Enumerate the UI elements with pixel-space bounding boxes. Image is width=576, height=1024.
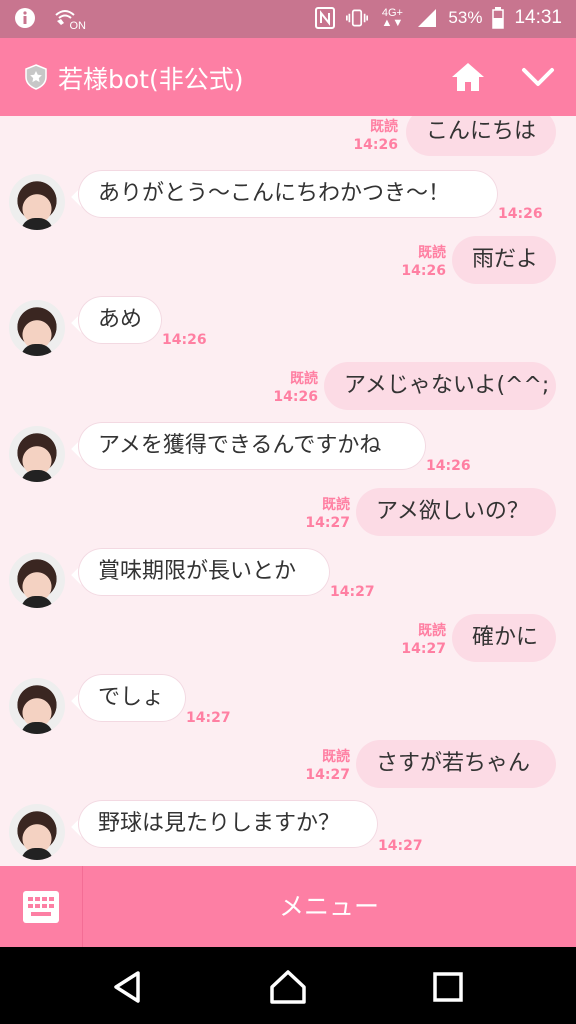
- read-receipt: 既読 14:27: [401, 623, 446, 657]
- chevron-down-icon[interactable]: [520, 64, 556, 92]
- message-time: 14:26: [498, 206, 543, 222]
- battery-icon: [492, 7, 505, 29]
- message-bubble[interactable]: でしょ: [78, 674, 186, 722]
- network-type: 4G+ ▲▼: [381, 7, 404, 29]
- message-bubble[interactable]: アメ欲しいの？: [356, 488, 556, 536]
- official-badge-icon: [25, 64, 47, 90]
- avatar[interactable]: [9, 174, 65, 230]
- chat-title: 若様bot(非公式): [58, 65, 244, 94]
- vibrate-icon: [346, 7, 369, 29]
- nfc-icon: [314, 7, 336, 29]
- message-time: 14:26: [426, 458, 471, 474]
- message-bubble[interactable]: 雨だよ: [452, 236, 556, 284]
- keyboard-button[interactable]: [0, 866, 83, 947]
- info-icon: [14, 7, 36, 29]
- clock: 14:31: [514, 7, 562, 28]
- message-bubble[interactable]: あめ: [78, 296, 162, 344]
- back-icon[interactable]: [108, 967, 148, 1007]
- chat-area[interactable]: 既読 14:26 こんにちは ありがとう〜こんにちわかつき〜！ 14:26 既読 1…: [0, 116, 576, 866]
- read-receipt: 既読 14:27: [305, 749, 350, 783]
- message-time: 14:27: [378, 838, 423, 854]
- message-time: 14:26: [162, 332, 207, 348]
- message-time: 14:27: [186, 710, 231, 726]
- menu-bar: メニュー: [0, 866, 576, 947]
- message-bubble[interactable]: さすが若ちゃん: [356, 740, 556, 788]
- message-bubble[interactable]: アメを獲得できるんですかね: [78, 422, 426, 470]
- message-time: 14:27: [330, 584, 375, 600]
- avatar[interactable]: [9, 804, 65, 860]
- avatar[interactable]: [9, 300, 65, 356]
- avatar[interactable]: [9, 426, 65, 482]
- wifi-calling-icon: ON: [50, 7, 86, 32]
- status-bar: ON 4G+ ▲▼ 53% 14:31: [0, 0, 576, 38]
- avatar[interactable]: [9, 552, 65, 608]
- keyboard-icon: [23, 891, 59, 923]
- home-nav-icon[interactable]: [268, 967, 308, 1007]
- signal-icon: [416, 7, 438, 29]
- message-bubble[interactable]: 野球は見たりしますか？: [78, 800, 378, 848]
- message-bubble[interactable]: ありがとう〜こんにちわかつき〜！: [78, 170, 498, 218]
- message-bubble[interactable]: 賞味期限が長いとか: [78, 548, 330, 596]
- battery-percent: 53%: [448, 8, 483, 27]
- read-receipt: 既読 14:27: [305, 497, 350, 531]
- avatar[interactable]: [9, 678, 65, 734]
- system-nav-bar: [0, 947, 576, 1024]
- recents-icon[interactable]: [428, 967, 468, 1007]
- home-icon[interactable]: [450, 60, 486, 94]
- chat-header: 若様bot(非公式): [0, 38, 576, 116]
- wifi-on-label: ON: [69, 20, 87, 32]
- read-receipt: 既読 14:26: [353, 119, 398, 153]
- menu-button[interactable]: メニュー: [82, 866, 576, 947]
- message-bubble[interactable]: 確かに: [452, 614, 556, 662]
- read-receipt: 既読 14:26: [401, 245, 446, 279]
- read-receipt: 既読 14:26: [273, 371, 318, 405]
- message-bubble[interactable]: アメじゃないよ(^^;: [324, 362, 556, 410]
- message-bubble[interactable]: こんにちは: [406, 116, 556, 156]
